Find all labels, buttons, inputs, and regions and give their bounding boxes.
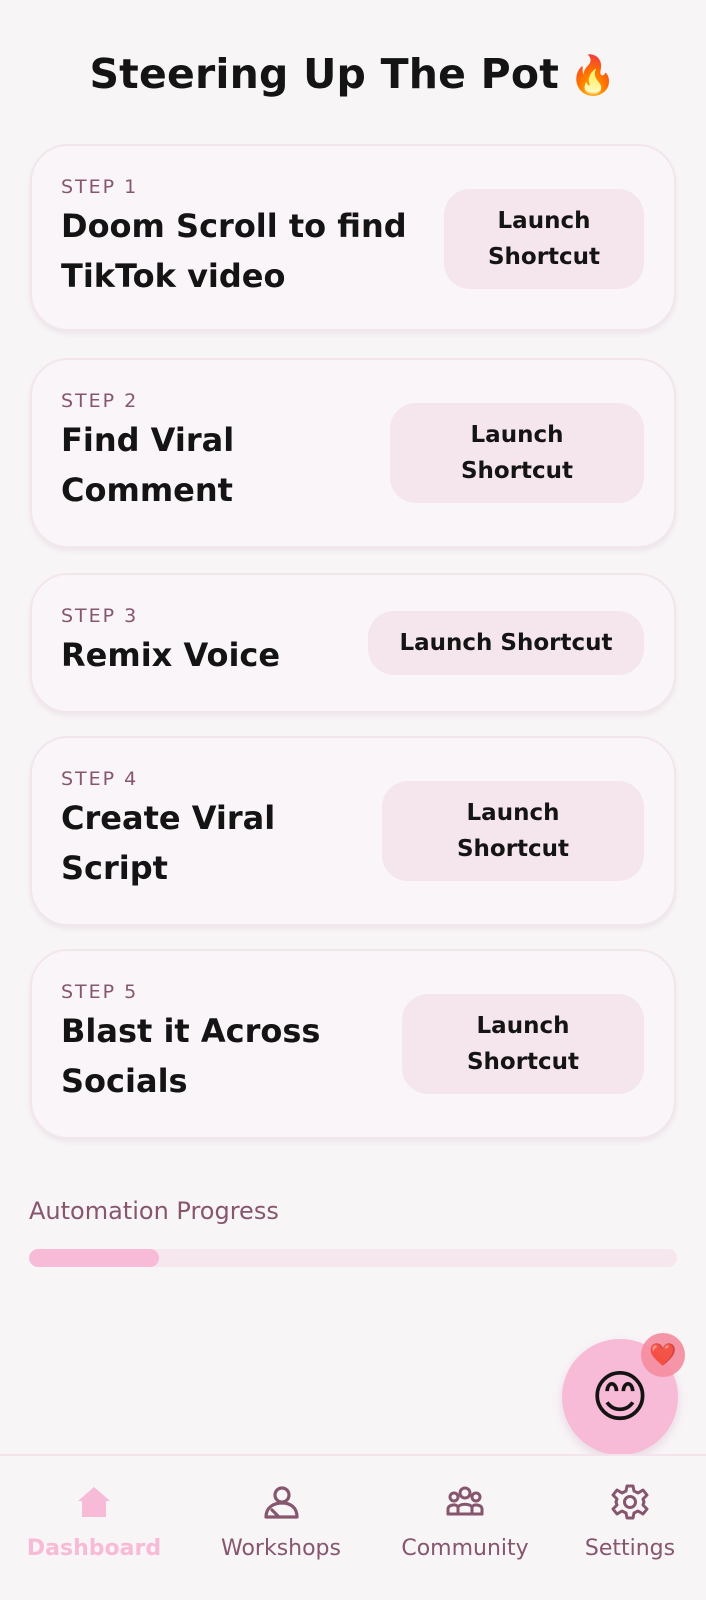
progress-bar-fill [29, 1249, 159, 1267]
launch-shortcut-button-line: Shortcut [456, 836, 570, 862]
step-title-line: Find Viral [61, 421, 235, 459]
step-number: STEP 1 [61, 176, 139, 198]
step-title-line: Remix Voice [61, 636, 281, 674]
progress-bar [29, 1249, 677, 1267]
launch-shortcut-button[interactable]: Launch Shortcut [402, 994, 644, 1094]
launch-shortcut-button[interactable]: Launch Shortcut [368, 611, 644, 675]
tab-dashboard[interactable]: Dashboard [14, 1482, 174, 1561]
step-title: Find Viral Comment [61, 415, 234, 515]
launch-shortcut-button-line: Launch [466, 800, 560, 826]
launch-shortcut-button-line: Launch [497, 208, 591, 234]
launch-shortcut-button[interactable]: Launch Shortcut [390, 403, 644, 503]
step-title-line: Socials [61, 1062, 188, 1100]
step-title-line: Comment [61, 471, 233, 509]
step-card-3: STEP 3 Remix Voice Launch Shortcut [30, 573, 676, 713]
launch-shortcut-button-line: Shortcut [487, 244, 601, 270]
person-icon [264, 1486, 299, 1519]
step-title-line: Doom Scroll to find [61, 207, 407, 245]
page-title-text: Steering Up The Pot [89, 50, 560, 98]
tab-label: Community [401, 1536, 529, 1561]
heart-badge-icon: ❤️ [641, 1333, 685, 1377]
launch-shortcut-button-line: Shortcut [460, 458, 574, 484]
page-title: Steering Up The Pot 🔥 [0, 50, 706, 98]
step-title-line: Script [61, 849, 168, 887]
fire-icon: 🔥 [569, 53, 617, 97]
step-number: STEP 3 [61, 605, 139, 627]
smiley-face-icon: 😊 [590, 1364, 650, 1430]
step-card-5: STEP 5 Blast it Across Socials Launch Sh… [30, 949, 676, 1139]
step-title: Blast it Across Socials [61, 1006, 320, 1106]
step-card-2: STEP 2 Find Viral Comment Launch Shortcu… [30, 358, 676, 548]
group-icon [446, 1486, 484, 1516]
step-card-4: STEP 4 Create Viral Script Launch Shortc… [30, 736, 676, 926]
home-icon [78, 1487, 110, 1517]
launch-shortcut-button[interactable]: Launch Shortcut [382, 781, 644, 881]
tab-community[interactable]: Community [385, 1482, 545, 1561]
tab-label: Workshops [220, 1536, 341, 1561]
bottom-tab-bar: Dashboard Workshops Community Settings [0, 1454, 706, 1600]
tab-settings[interactable]: Settings [550, 1482, 706, 1561]
launch-shortcut-button[interactable]: Launch Shortcut [444, 189, 644, 289]
tab-label: Settings [584, 1536, 676, 1561]
step-card-1: STEP 1 Doom Scroll to find TikTok video … [30, 144, 676, 331]
step-title-line: Blast it Across [61, 1012, 321, 1050]
launch-shortcut-button-line: Launch [470, 422, 564, 448]
launch-shortcut-button-line: Launch Shortcut [399, 630, 613, 656]
step-title-line: TikTok video [61, 257, 286, 295]
step-title: Create Viral Script [61, 793, 275, 893]
step-title: Remix Voice [61, 630, 280, 680]
launch-shortcut-button-line: Launch [476, 1013, 570, 1039]
tab-workshops[interactable]: Workshops [201, 1482, 361, 1561]
gear-icon [611, 1484, 649, 1520]
tab-label: Dashboard [26, 1536, 162, 1561]
step-number: STEP 2 [61, 390, 139, 412]
step-title-line: Create Viral [61, 799, 276, 837]
step-number: STEP 5 [61, 981, 139, 1003]
step-number: STEP 4 [61, 768, 139, 790]
launch-shortcut-button-line: Shortcut [466, 1049, 580, 1075]
progress-label: Automation Progress [29, 1197, 279, 1225]
step-title: Doom Scroll to find TikTok video [61, 201, 407, 301]
